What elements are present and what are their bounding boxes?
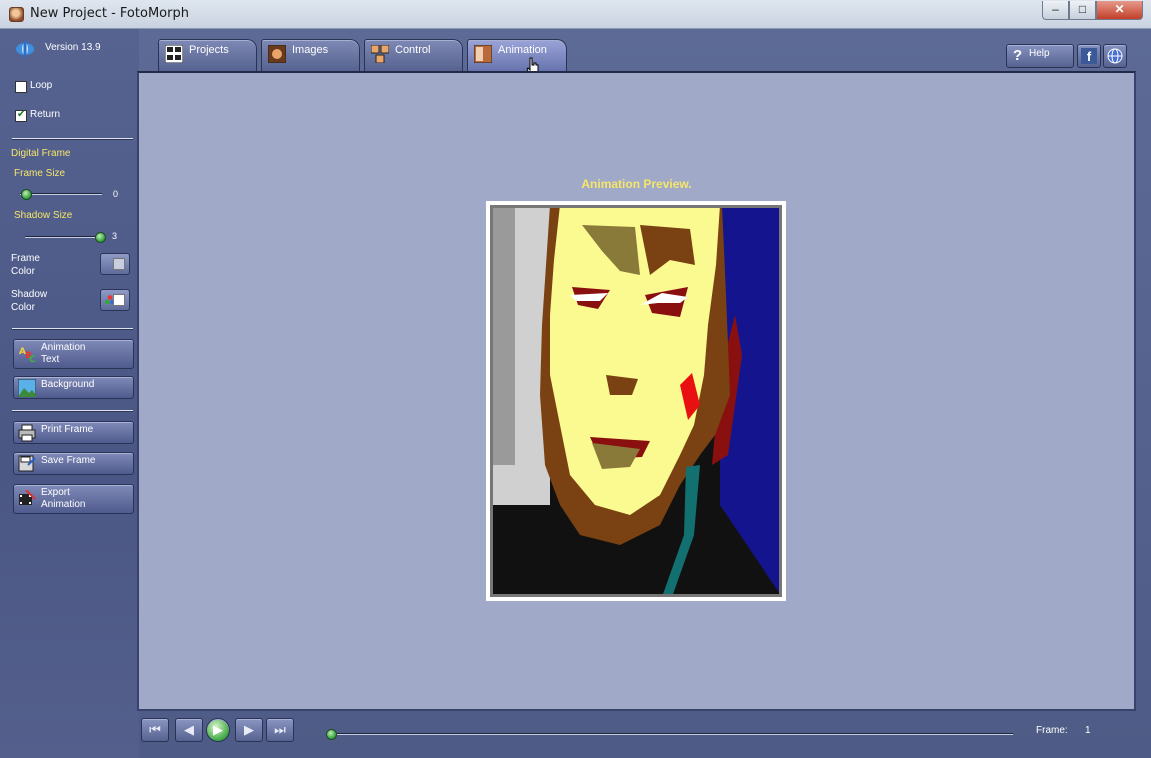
tab-images[interactable]: Images <box>261 39 360 71</box>
tab-control-label: Control <box>395 44 431 56</box>
shadow-size-value: 3 <box>112 231 118 241</box>
facebook-icon: f <box>1081 48 1097 64</box>
return-checkbox[interactable] <box>15 109 27 122</box>
shadow-color-label-line-1: Shadow <box>11 289 48 300</box>
shadow-size-slider[interactable] <box>25 236 105 238</box>
frame-size-slider[interactable] <box>20 193 102 195</box>
close-button[interactable]: ✕ <box>1096 1 1143 20</box>
save-icon <box>18 455 36 472</box>
skip-to-end-icon: ⏭ <box>274 722 286 737</box>
title-bar: New Project - FotoMorph – □ ✕ <box>0 0 1151 29</box>
first-frame-button[interactable]: ⏮ <box>141 718 169 742</box>
digital-frame-heading: Digital Frame <box>11 148 71 159</box>
frame-color-label-line-2: Color <box>11 266 35 277</box>
globe-icon <box>1107 48 1123 64</box>
frame-size-label: Frame Size <box>14 168 66 179</box>
printer-icon <box>18 424 36 442</box>
animation-icon <box>474 45 492 63</box>
animation-text-button[interactable]: A B C Animation Text <box>13 339 134 369</box>
export-animation-label-line-2: Animation <box>41 499 86 510</box>
frame-label: Frame: <box>1036 725 1068 736</box>
help-button[interactable]: ? Help <box>1006 44 1074 68</box>
window-title: New Project - FotoMorph <box>30 6 189 21</box>
animation-preview-image <box>490 205 782 597</box>
control-icon <box>371 45 389 63</box>
timeline-slider-knob[interactable] <box>326 729 337 740</box>
tab-images-label: Images <box>292 44 329 56</box>
landscape-icon <box>18 379 36 397</box>
frame-size-value: 0 <box>113 189 119 199</box>
svg-text:C: C <box>29 355 36 363</box>
fotomorph-logo-icon <box>16 41 34 57</box>
shadow-color-label-line-2: Color <box>11 302 35 313</box>
loop-label: Loop <box>30 80 53 91</box>
last-frame-button[interactable]: ⏭ <box>266 718 294 742</box>
frame-value: 1 <box>1085 725 1091 736</box>
tab-animation[interactable]: Animation <box>467 39 567 71</box>
save-frame-button[interactable]: Save Frame <box>13 452 134 475</box>
tab-animation-label: Animation <box>498 44 547 56</box>
animation-text-label-line-1: Animation <box>41 342 86 353</box>
play-button[interactable]: ▶ <box>206 718 230 742</box>
frame-color-swatch <box>113 258 125 270</box>
timeline-slider[interactable] <box>329 733 1013 735</box>
preview-title: Animation Preview. <box>581 177 692 191</box>
app-icon <box>9 7 24 22</box>
previous-frame-button[interactable]: ◀ <box>175 718 203 742</box>
shadow-color-label: Shadow Color <box>11 288 47 314</box>
shadow-size-label: Shadow Size <box>14 210 73 221</box>
return-label: Return <box>30 109 61 120</box>
shadow-color-swatch <box>113 294 125 306</box>
loop-checkbox[interactable] <box>15 81 27 93</box>
version-label: Version 13.9 <box>45 42 101 53</box>
website-button[interactable] <box>1103 44 1127 68</box>
maximize-button[interactable]: □ <box>1069 1 1096 20</box>
frame-color-label: Frame Color <box>11 252 40 278</box>
shadow-color-button[interactable] <box>100 289 130 311</box>
export-animation-button[interactable]: Export Animation <box>13 484 134 514</box>
export-animation-label-line-1: Export <box>41 487 70 498</box>
animation-text-label-line-2: Text <box>41 354 60 365</box>
skip-to-start-icon: ⏮ <box>149 722 161 737</box>
film-export-icon <box>19 490 36 505</box>
animation-preview-frame <box>486 201 786 601</box>
tab-control[interactable]: Control <box>364 39 463 71</box>
shadow-size-slider-knob[interactable] <box>95 232 106 243</box>
next-frame-button[interactable]: ▶ <box>235 718 263 742</box>
frame-size-slider-knob[interactable] <box>21 189 32 200</box>
frame-color-button[interactable] <box>100 253 130 275</box>
projects-icon <box>165 45 183 63</box>
images-icon <box>268 45 286 63</box>
question-icon: ? <box>1013 47 1023 64</box>
abc-text-icon: A B C <box>19 347 36 363</box>
facebook-button[interactable]: f <box>1077 44 1101 68</box>
step-back-icon: ◀ <box>184 722 194 737</box>
save-frame-label: Save Frame <box>41 455 96 466</box>
frame-color-label-line-1: Frame <box>11 253 40 264</box>
sidebar-divider <box>12 410 133 412</box>
tab-projects-label: Projects <box>189 44 229 56</box>
print-frame-label: Print Frame <box>41 424 94 435</box>
tab-projects[interactable]: Projects <box>158 39 257 71</box>
background-button[interactable]: Background <box>13 376 134 399</box>
play-icon: ▶ <box>213 722 223 737</box>
background-label: Background <box>41 379 95 390</box>
sidebar-divider <box>12 328 133 330</box>
step-forward-icon: ▶ <box>244 722 254 737</box>
minimize-button[interactable]: – <box>1042 1 1069 20</box>
sidebar-divider <box>12 138 133 140</box>
help-label: Help <box>1029 48 1050 59</box>
print-frame-button[interactable]: Print Frame <box>13 421 134 444</box>
